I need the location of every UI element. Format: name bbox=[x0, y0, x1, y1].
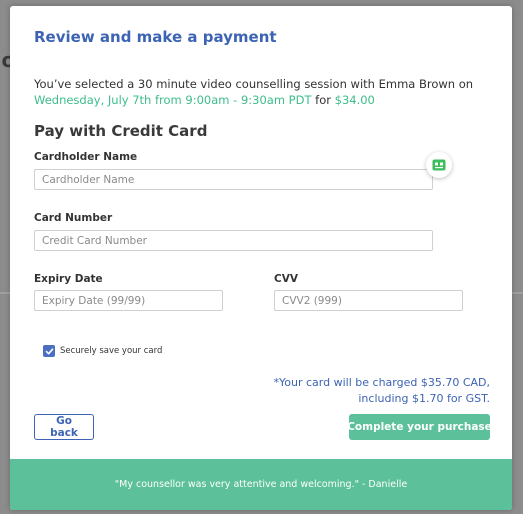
password-manager-button[interactable] bbox=[426, 152, 452, 178]
session-datetime: Wednesday, July 7th from 9:00am - 9:30am… bbox=[34, 93, 312, 107]
card-number-label: Card Number bbox=[34, 212, 113, 224]
summary-for: for bbox=[315, 93, 331, 107]
payment-modal: Review and make a payment You’ve selecte… bbox=[10, 6, 512, 510]
session-summary: You’ve selected a 30 minute video counse… bbox=[34, 76, 504, 108]
summary-intro: You’ve selected a 30 minute video counse… bbox=[34, 77, 474, 91]
cardholder-name-label: Cardholder Name bbox=[34, 151, 138, 163]
save-card-checkbox[interactable] bbox=[43, 345, 55, 357]
complete-purchase-button[interactable]: Complete your purchase bbox=[347, 414, 492, 440]
cardholder-name-input[interactable] bbox=[34, 169, 433, 190]
expiry-date-label: Expiry Date bbox=[34, 273, 103, 285]
section-title-credit-card: Pay with Credit Card bbox=[34, 122, 208, 140]
save-card-label[interactable]: Securely save your card bbox=[60, 345, 162, 357]
go-back-button[interactable]: Go back bbox=[34, 414, 94, 440]
expiry-date-input[interactable] bbox=[34, 290, 223, 311]
checkmark-icon bbox=[45, 347, 53, 354]
background-divider bbox=[512, 292, 523, 294]
password-manager-icon bbox=[432, 159, 446, 171]
modal-title: Review and make a payment bbox=[34, 28, 277, 46]
cvv-label: CVV bbox=[274, 273, 298, 285]
charge-note-line: *Your card will be charged $35.70 CAD, bbox=[273, 376, 490, 389]
card-number-input[interactable] bbox=[34, 230, 433, 251]
background-divider bbox=[0, 292, 10, 294]
testimonial-footer: "My counsellor was very attentive and we… bbox=[10, 459, 512, 510]
testimonial-text: "My counsellor was very attentive and we… bbox=[114, 479, 408, 490]
cvv-input[interactable] bbox=[274, 290, 463, 311]
charge-note-line: including $1.70 for GST. bbox=[358, 392, 490, 405]
charge-note: *Your card will be charged $35.70 CAD, i… bbox=[274, 375, 490, 407]
session-price: $34.00 bbox=[334, 93, 375, 107]
